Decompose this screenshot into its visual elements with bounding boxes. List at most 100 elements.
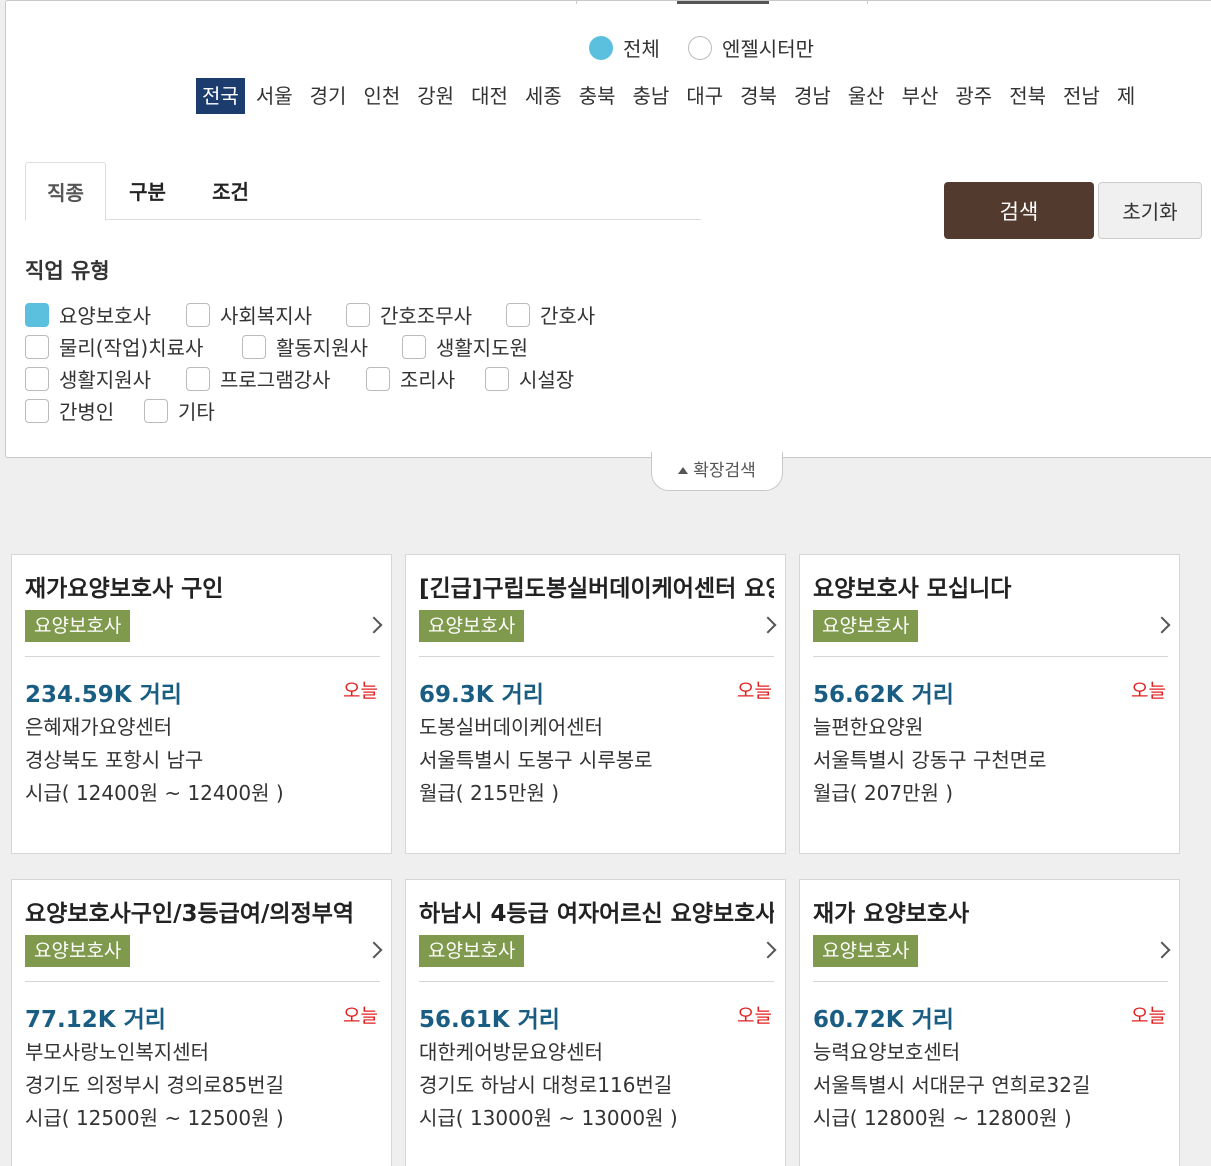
job-title: 하남시 4등급 여자어르신 요양보호사	[419, 901, 774, 927]
job-type-label: 요양보호사	[59, 304, 151, 328]
search-panel: 전체 엔젤시터만 전국 서울 경기 인천 강원 대전 세종 충북 충남 대구 경…	[5, 0, 1211, 458]
job-type-label: 시설장	[519, 368, 575, 392]
chevron-right-icon[interactable]	[759, 616, 777, 634]
scope-all-label: 전체	[623, 37, 660, 61]
region-gyeongnam[interactable]: 경남	[788, 78, 837, 114]
tab-category[interactable]: 구분	[110, 162, 185, 221]
tab-conditions[interactable]: 조건	[193, 162, 268, 221]
checkbox-icon	[144, 398, 168, 423]
card-divider	[419, 656, 774, 657]
job-card[interactable]: 재가요양보호사 구인 요양보호사 234.59K 거리 오늘 은혜재가요양센터 …	[11, 554, 392, 854]
job-card[interactable]: 요양보호사구인/3등급여/의정부역 요양보호사 77.12K 거리 오늘 부모사…	[11, 879, 392, 1166]
region-daegu[interactable]: 대구	[680, 78, 729, 114]
job-distance: 77.12K 거리	[25, 1007, 166, 1033]
posted-date: 오늘	[1131, 1005, 1166, 1027]
job-type-checkbox[interactable]: 물리(작업)치료사	[25, 332, 203, 361]
region-filter: 전국 서울 경기 인천 강원 대전 세종 충북 충남 대구 경북 경남 울산 부…	[196, 78, 1146, 114]
job-type-label: 물리(작업)치료사	[59, 336, 204, 360]
job-type-checkbox[interactable]: 조리사	[366, 364, 455, 393]
scope-radio-group: 전체 엔젤시터만	[6, 33, 1211, 65]
radio-selected-icon	[589, 35, 613, 60]
expand-search-toggle[interactable]: 확장검색	[651, 452, 783, 491]
job-distance: 234.59K 거리	[25, 682, 182, 708]
job-card[interactable]: 요양보호사 모십니다 요양보호사 56.62K 거리 오늘 늘편한요양원 서울특…	[799, 554, 1180, 854]
job-type-badge: 요양보호사	[25, 935, 131, 967]
job-type-checkbox[interactable]: 기타	[144, 396, 215, 425]
job-card[interactable]: 하남시 4등급 여자어르신 요양보호사 요양보호사 56.61K 거리 오늘 대…	[405, 879, 786, 1166]
chevron-right-icon[interactable]	[365, 616, 383, 634]
job-card[interactable]: [긴급]구립도봉실버데이케어센터 요양보호사 요양보호사 69.3K 거리 오늘…	[405, 554, 786, 854]
reset-button[interactable]: 초기화	[1098, 182, 1202, 239]
region-ulsan[interactable]: 울산	[842, 78, 891, 114]
job-distance: 56.62K 거리	[813, 682, 954, 708]
checkbox-icon	[242, 334, 266, 359]
region-jeonnam[interactable]: 전남	[1057, 78, 1106, 114]
region-gyeongbuk[interactable]: 경북	[734, 78, 783, 114]
job-type-checkbox[interactable]: 간호사	[506, 300, 595, 329]
region-nationwide[interactable]: 전국	[196, 78, 245, 114]
job-type-checkbox[interactable]: 사회복지사	[186, 300, 312, 329]
job-wage: 시급( 12800원 ~ 12800원 )	[813, 1106, 1072, 1130]
job-type-checkbox[interactable]: 간호조무사	[346, 300, 472, 329]
job-type-checkbox[interactable]: 요양보호사	[25, 300, 151, 329]
region-gangwon[interactable]: 강원	[411, 78, 460, 114]
job-type-label: 간병인	[59, 400, 115, 424]
job-type-checkbox[interactable]: 활동지원사	[242, 332, 368, 361]
job-type-checkbox[interactable]: 생활지원사	[25, 364, 151, 393]
posted-date: 오늘	[343, 1005, 378, 1027]
job-distance: 69.3K 거리	[419, 682, 544, 708]
job-type-checkbox[interactable]: 프로그램강사	[186, 364, 330, 393]
region-gwangju[interactable]: 광주	[949, 78, 998, 114]
job-type-label: 생활지도원	[436, 336, 528, 360]
chevron-right-icon[interactable]	[759, 941, 777, 959]
scope-angel-radio[interactable]: 엔젤시터만	[688, 33, 814, 62]
search-button[interactable]: 검색	[944, 182, 1094, 239]
region-jeju[interactable]: 제	[1111, 78, 1141, 114]
region-chungnam[interactable]: 충남	[627, 78, 676, 114]
job-type-checkbox[interactable]: 시설장	[485, 364, 574, 393]
chevron-right-icon[interactable]	[365, 941, 383, 959]
posted-date: 오늘	[1131, 680, 1166, 702]
job-title: [긴급]구립도봉실버데이케어센터 요양보호사	[419, 576, 774, 602]
job-wage: 월급( 207만원 )	[813, 781, 954, 805]
posted-date: 오늘	[737, 680, 772, 702]
job-type-label: 생활지원사	[59, 368, 151, 392]
region-daejeon[interactable]: 대전	[465, 78, 514, 114]
chevron-right-icon[interactable]	[1153, 616, 1171, 634]
job-address: 서울특별시 서대문구 연희로32길	[813, 1073, 1091, 1097]
job-card[interactable]: 재가 요양보호사 요양보호사 60.72K 거리 오늘 능력요양보호센터 서울특…	[799, 879, 1180, 1166]
chevron-right-icon[interactable]	[1153, 941, 1171, 959]
job-type-badge: 요양보호사	[419, 935, 525, 967]
region-incheon[interactable]: 인천	[357, 78, 406, 114]
checkbox-icon	[25, 334, 49, 359]
scope-all-radio[interactable]: 전체	[589, 33, 660, 62]
posted-date: 오늘	[343, 680, 378, 702]
posted-date: 오늘	[737, 1005, 772, 1027]
checkbox-icon	[506, 302, 530, 327]
tab-job-type[interactable]: 직종	[25, 162, 106, 221]
card-divider	[813, 981, 1168, 982]
region-jeonbuk[interactable]: 전북	[1003, 78, 1052, 114]
region-seoul[interactable]: 서울	[250, 78, 299, 114]
job-wage: 월급( 215만원 )	[419, 781, 560, 805]
job-address: 서울특별시 강동구 구천면로	[813, 748, 1047, 772]
region-chungbuk[interactable]: 충북	[573, 78, 622, 114]
card-divider	[25, 981, 380, 982]
job-type-checkbox[interactable]: 생활지도원	[402, 332, 528, 361]
region-sejong[interactable]: 세종	[519, 78, 568, 114]
job-type-label: 간호사	[540, 304, 596, 328]
job-type-checkbox[interactable]: 간병인	[25, 396, 114, 425]
job-address: 경기도 의정부시 경의로85번길	[25, 1073, 284, 1097]
job-wage: 시급( 12500원 ~ 12500원 )	[25, 1106, 284, 1130]
job-type-badge: 요양보호사	[25, 610, 131, 642]
job-type-heading: 직업 유형	[25, 259, 110, 283]
care-center-name: 은혜재가요양센터	[25, 715, 173, 739]
job-type-label: 사회복지사	[220, 304, 312, 328]
scope-angel-label: 엔젤시터만	[722, 37, 814, 61]
expand-search-label: 확장검색	[693, 461, 756, 481]
job-type-badge: 요양보호사	[813, 935, 919, 967]
job-type-label: 기타	[178, 400, 215, 424]
region-gyeonggi[interactable]: 경기	[304, 78, 353, 114]
region-busan[interactable]: 부산	[896, 78, 945, 114]
job-address: 서울특별시 도봉구 시루봉로	[419, 748, 653, 772]
